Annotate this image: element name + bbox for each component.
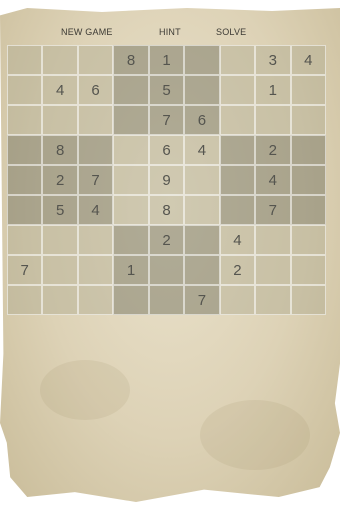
sudoku-cell[interactable]: 2 (219, 255, 256, 285)
sudoku-cell[interactable]: 7 (148, 105, 185, 135)
sudoku-cell[interactable] (290, 165, 326, 195)
sudoku-cell[interactable]: 9 (148, 165, 185, 195)
paper-stain (40, 360, 130, 420)
sudoku-cell[interactable] (77, 105, 114, 135)
sudoku-cell[interactable] (7, 135, 43, 165)
sudoku-cell[interactable] (7, 75, 43, 105)
sudoku-cell[interactable] (7, 285, 43, 315)
sudoku-cell[interactable] (113, 135, 149, 165)
sudoku-cell[interactable] (113, 165, 149, 195)
sudoku-cell[interactable] (219, 195, 256, 225)
sudoku-cell[interactable] (42, 255, 78, 285)
sudoku-cell[interactable] (219, 135, 256, 165)
top-menu: NEW GAME HINT SOLVE (0, 24, 340, 40)
sudoku-cell[interactable]: 3 (255, 45, 291, 75)
sudoku-cell[interactable]: 5 (42, 195, 78, 225)
solve-button[interactable]: SOLVE (216, 27, 246, 37)
sudoku-cell[interactable] (7, 105, 43, 135)
sudoku-cell[interactable]: 2 (148, 225, 185, 255)
sudoku-cell[interactable] (219, 165, 256, 195)
sudoku-cell[interactable]: 4 (219, 225, 256, 255)
sudoku-cell[interactable]: 4 (255, 165, 291, 195)
sudoku-cell[interactable] (113, 75, 149, 105)
sudoku-cell[interactable] (113, 285, 149, 315)
sudoku-cell[interactable]: 4 (290, 45, 326, 75)
sudoku-cell[interactable] (255, 105, 291, 135)
sudoku-cell[interactable] (77, 135, 114, 165)
sudoku-cell[interactable] (42, 225, 78, 255)
sudoku-cell[interactable]: 1 (113, 255, 149, 285)
sudoku-cell[interactable] (113, 105, 149, 135)
sudoku-cell[interactable] (219, 75, 256, 105)
sudoku-cell[interactable]: 7 (7, 255, 43, 285)
sudoku-cell[interactable] (290, 225, 326, 255)
sudoku-cell[interactable] (290, 285, 326, 315)
new-game-button[interactable]: NEW GAME (61, 27, 113, 37)
sudoku-cell[interactable] (7, 225, 43, 255)
sudoku-cell[interactable] (42, 285, 78, 315)
sudoku-cell[interactable]: 8 (113, 45, 149, 75)
sudoku-cell[interactable]: 6 (184, 105, 220, 135)
sudoku-cell[interactable]: 1 (255, 75, 291, 105)
sudoku-cell[interactable] (77, 255, 114, 285)
sudoku-cell[interactable] (7, 45, 43, 75)
sudoku-cell[interactable]: 7 (184, 285, 220, 315)
sudoku-cell[interactable] (42, 45, 78, 75)
sudoku-cell[interactable]: 8 (42, 135, 78, 165)
sudoku-grid: 8134465176864227945487247127 (7, 45, 326, 315)
sudoku-cell[interactable] (290, 75, 326, 105)
sudoku-cell[interactable]: 4 (184, 135, 220, 165)
sudoku-cell[interactable] (184, 165, 220, 195)
sudoku-cell[interactable]: 6 (148, 135, 185, 165)
sudoku-cell[interactable]: 4 (77, 195, 114, 225)
sudoku-cell[interactable]: 8 (148, 195, 185, 225)
sudoku-cell[interactable] (219, 45, 256, 75)
sudoku-cell[interactable]: 2 (255, 135, 291, 165)
sudoku-cell[interactable] (219, 285, 256, 315)
sudoku-cell[interactable] (290, 255, 326, 285)
sudoku-cell[interactable]: 6 (77, 75, 114, 105)
sudoku-cell[interactable] (77, 45, 114, 75)
sudoku-cell[interactable] (184, 225, 220, 255)
sudoku-cell[interactable] (290, 195, 326, 225)
sudoku-cell[interactable] (290, 105, 326, 135)
sudoku-cell[interactable]: 7 (77, 165, 114, 195)
sudoku-cell[interactable] (7, 165, 43, 195)
sudoku-cell[interactable]: 1 (148, 45, 185, 75)
sudoku-cell[interactable] (255, 285, 291, 315)
paper-stain (200, 400, 310, 470)
sudoku-cell[interactable] (290, 135, 326, 165)
sudoku-cell[interactable] (77, 225, 114, 255)
sudoku-cell[interactable] (219, 105, 256, 135)
sudoku-cell[interactable] (113, 195, 149, 225)
sudoku-cell[interactable]: 4 (42, 75, 78, 105)
hint-button[interactable]: HINT (159, 27, 181, 37)
sudoku-cell[interactable] (148, 285, 185, 315)
sudoku-cell[interactable] (255, 255, 291, 285)
sudoku-cell[interactable] (42, 105, 78, 135)
sudoku-cell[interactable] (184, 195, 220, 225)
sudoku-cell[interactable]: 5 (148, 75, 185, 105)
sudoku-cell[interactable] (184, 75, 220, 105)
sudoku-cell[interactable]: 7 (255, 195, 291, 225)
sudoku-cell[interactable] (7, 195, 43, 225)
sudoku-cell[interactable] (184, 45, 220, 75)
sudoku-cell[interactable] (255, 225, 291, 255)
sudoku-cell[interactable] (77, 285, 114, 315)
sudoku-cell[interactable] (113, 225, 149, 255)
sudoku-cell[interactable]: 2 (42, 165, 78, 195)
sudoku-cell[interactable] (184, 255, 220, 285)
sudoku-cell[interactable] (148, 255, 185, 285)
